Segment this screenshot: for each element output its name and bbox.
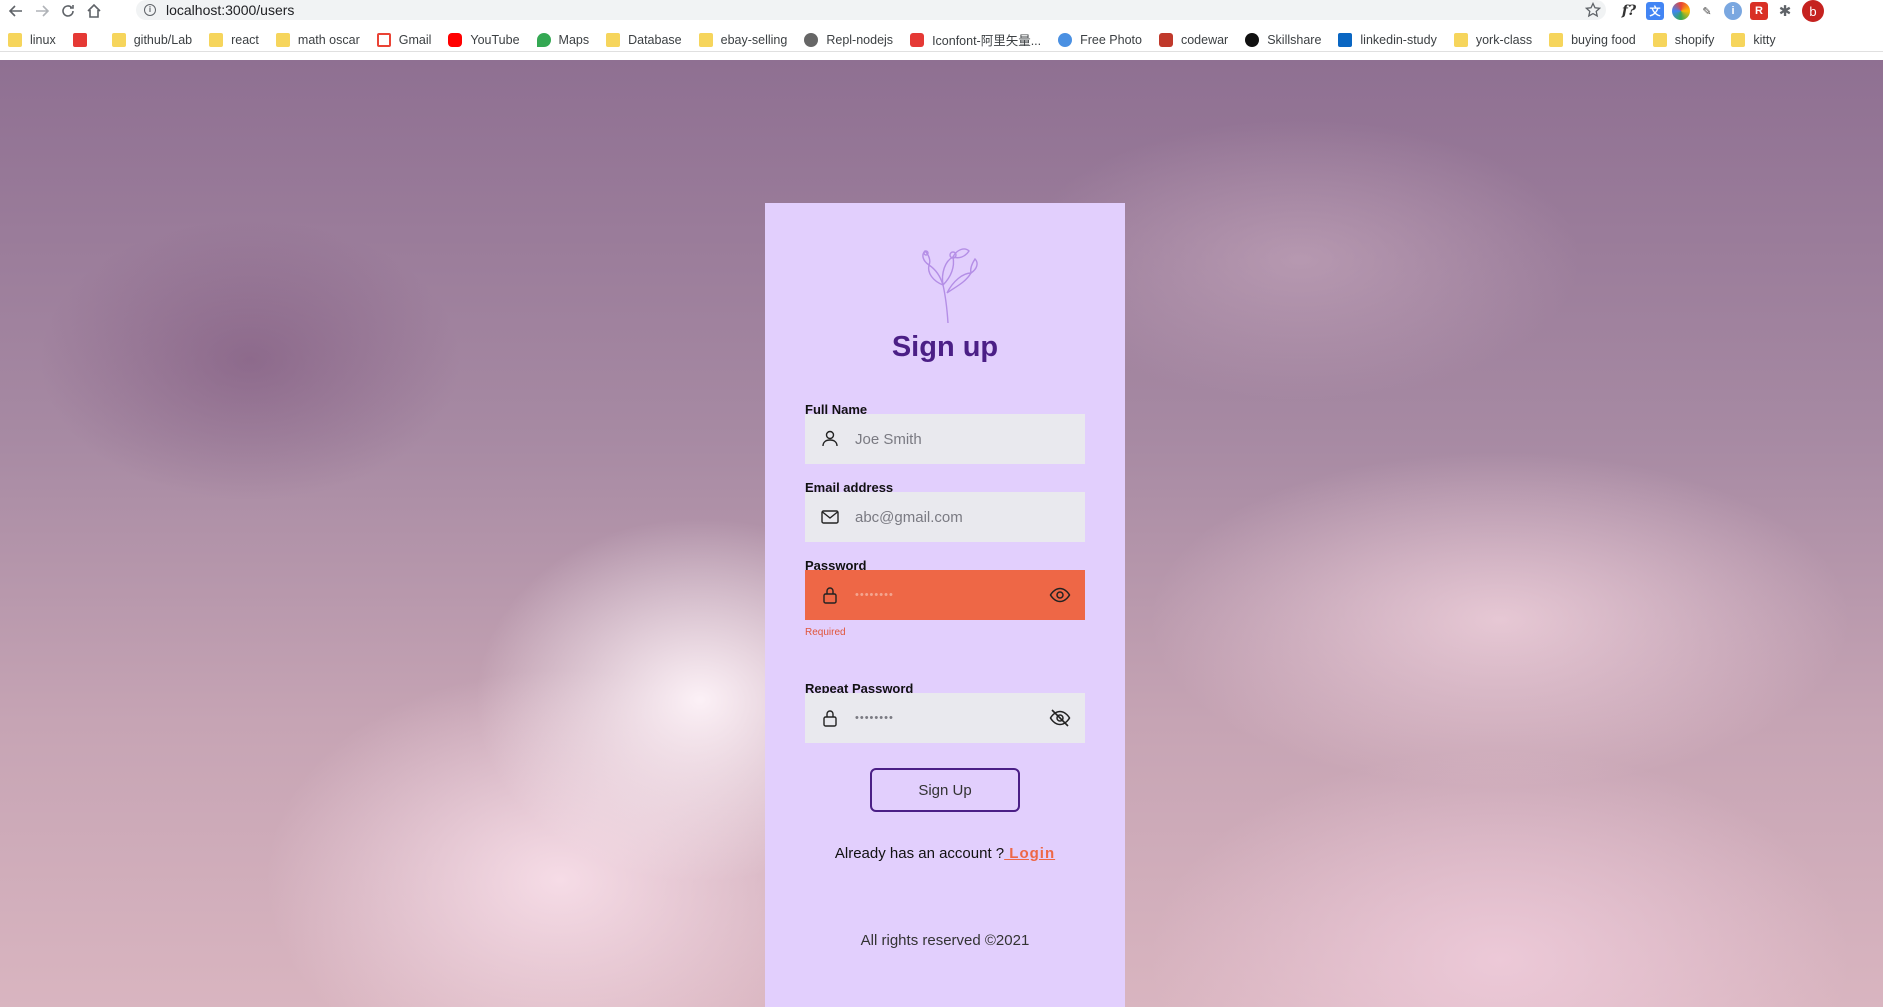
bookmark-item[interactable]: [72, 32, 95, 47]
color-picker-extension-icon[interactable]: [1672, 2, 1690, 20]
youtube-icon: [448, 32, 463, 47]
extensions-bar: f? 文 ✎ i R ✱ b: [1620, 0, 1824, 22]
info-extension-icon[interactable]: i: [1724, 2, 1742, 20]
repeat-password-placeholder: ••••••••: [855, 712, 894, 724]
user-icon: [820, 429, 840, 449]
folder-icon: [111, 32, 126, 47]
full-name-placeholder: Joe Smith: [855, 430, 922, 448]
back-arrow-icon[interactable]: [6, 1, 26, 21]
login-prompt: Already has an account ? Login: [765, 845, 1125, 862]
folder-icon: [1652, 32, 1667, 47]
bookmark-item[interactable]: kitty: [1731, 32, 1776, 47]
password-error-message: Required: [805, 627, 846, 638]
bookmark-item[interactable]: codewar: [1158, 32, 1228, 47]
lock-icon: [820, 708, 840, 728]
bookmark-red-icon: [72, 32, 87, 47]
sign-up-button[interactable]: Sign Up: [870, 768, 1020, 812]
folder-icon: [275, 32, 290, 47]
free-photo-icon: [1058, 32, 1073, 47]
signup-card: Sign up Full Name Joe Smith Email addres…: [765, 203, 1125, 1007]
bookmark-item[interactable]: Gmail: [376, 32, 431, 47]
bookmark-item[interactable]: YouTube: [448, 32, 520, 47]
page-title: Sign up: [891, 331, 999, 363]
translate-extension-icon[interactable]: 文: [1646, 2, 1664, 20]
bookmarks-bar: linux github/Lab react math oscar Gmail …: [0, 28, 1883, 52]
footer-copyright: All rights reserved ©2021: [860, 932, 1030, 949]
folder-icon: [698, 32, 713, 47]
font-ninja-extension-icon[interactable]: f?: [1620, 2, 1638, 20]
email-field[interactable]: abc@gmail.com: [805, 492, 1085, 542]
skillshare-icon: [1245, 32, 1260, 47]
reload-icon[interactable]: [58, 1, 78, 21]
bookmark-item[interactable]: ebay-selling: [698, 32, 787, 47]
page-background: Sign up Full Name Joe Smith Email addres…: [0, 60, 1883, 1007]
bookmark-item[interactable]: github/Lab: [111, 32, 192, 47]
forward-arrow-icon[interactable]: [32, 1, 52, 21]
full-name-field[interactable]: Joe Smith: [805, 414, 1085, 464]
folder-icon: [1549, 32, 1564, 47]
flower-logo-icon: [922, 248, 978, 323]
bookmark-item[interactable]: linux: [8, 32, 56, 47]
eye-icon[interactable]: [1049, 584, 1071, 606]
bookmark-item[interactable]: Maps: [536, 32, 589, 47]
linkedin-icon: [1338, 32, 1353, 47]
profile-avatar[interactable]: b: [1802, 0, 1824, 22]
browser-toolbar: i localhost:3000/users f? 文 ✎ i R ✱ b: [0, 0, 1883, 22]
bookmark-item[interactable]: buying food: [1549, 32, 1636, 47]
folder-icon: [1731, 32, 1746, 47]
address-bar[interactable]: i localhost:3000/users: [136, 0, 1606, 20]
bookmark-item[interactable]: Database: [606, 32, 682, 47]
bookmark-item[interactable]: react: [209, 32, 259, 47]
login-prompt-text: Already has an account ?: [834, 845, 1005, 862]
password-placeholder: ••••••••: [855, 589, 894, 601]
red-extension-icon[interactable]: R: [1750, 2, 1768, 20]
bookmark-item[interactable]: shopify: [1652, 32, 1714, 47]
bookmark-item[interactable]: linkedin-study: [1338, 32, 1437, 47]
iconfont-icon: [910, 32, 925, 47]
folder-icon: [209, 32, 224, 47]
folder-icon: [606, 32, 621, 47]
bookmark-item[interactable]: Skillshare: [1245, 32, 1321, 47]
puzzle-extensions-icon[interactable]: ✱: [1776, 2, 1794, 20]
codewar-icon: [1158, 32, 1173, 47]
bookmark-item[interactable]: math oscar: [275, 32, 360, 47]
bookmark-star-icon[interactable]: [1584, 1, 1602, 23]
site-info-icon[interactable]: i: [144, 4, 156, 16]
folder-icon: [1453, 32, 1468, 47]
bookmark-item[interactable]: Iconfont-阿里矢量...: [910, 30, 1041, 49]
gmail-icon: [376, 32, 391, 47]
lock-icon: [820, 585, 840, 605]
eyedropper-extension-icon[interactable]: ✎: [1698, 2, 1716, 20]
bookmark-item[interactable]: Free Photo: [1058, 32, 1142, 47]
mail-icon: [820, 507, 840, 527]
home-icon[interactable]: [84, 1, 104, 21]
password-field[interactable]: ••••••••: [805, 570, 1085, 620]
maps-icon: [536, 32, 551, 47]
login-link[interactable]: Login: [1004, 845, 1055, 862]
eye-off-icon[interactable]: [1049, 707, 1071, 729]
folder-icon: [8, 32, 22, 47]
bookmark-item[interactable]: Repl-nodejs: [804, 32, 893, 47]
url-text: localhost:3000/users: [166, 2, 295, 18]
email-placeholder: abc@gmail.com: [855, 508, 963, 526]
repeat-password-field[interactable]: ••••••••: [805, 693, 1085, 743]
repl-icon: [804, 32, 819, 47]
bookmark-item[interactable]: york-class: [1453, 32, 1532, 47]
